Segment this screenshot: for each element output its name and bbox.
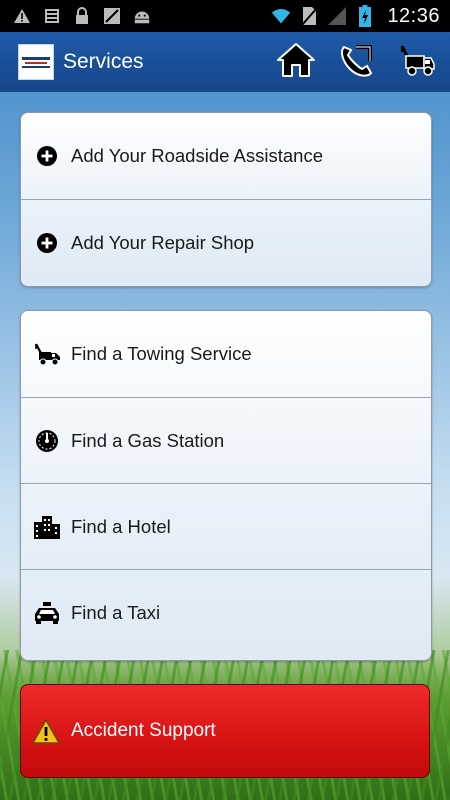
status-time: 12:36 bbox=[387, 4, 440, 27]
hotel-icon bbox=[33, 513, 61, 541]
signal-icon bbox=[327, 6, 347, 26]
roadside-button[interactable] bbox=[390, 36, 442, 88]
lock-icon bbox=[72, 6, 92, 26]
gauge-icon bbox=[33, 427, 61, 455]
tow-truck-icon bbox=[396, 42, 436, 83]
action-bar: Services bbox=[0, 32, 450, 92]
list-item-label: Add Your Repair Shop bbox=[71, 231, 255, 253]
card-find-services: Find a Towing Service Find a Gas Station bbox=[20, 310, 432, 661]
warning-icon bbox=[31, 716, 61, 746]
accident-support-button[interactable]: Accident Support bbox=[20, 684, 430, 778]
battery-charging-icon bbox=[355, 5, 375, 27]
sd-card-icon bbox=[42, 6, 62, 26]
list-item-add-roadside[interactable]: Add Your Roadside Assistance bbox=[21, 113, 431, 199]
accident-support-label: Accident Support bbox=[71, 720, 216, 741]
list-item-label: Find a Taxi bbox=[71, 601, 161, 623]
list-item-label: Add Your Roadside Assistance bbox=[71, 145, 323, 166]
call-button[interactable] bbox=[330, 36, 382, 88]
list-item-label: Find a Hotel bbox=[71, 515, 171, 537]
card-add-services: Add Your Roadside Assistance Add Your Re… bbox=[20, 112, 432, 287]
list-item-hotel[interactable]: Find a Hotel bbox=[21, 483, 431, 569]
list-item-label: Find a Gas Station bbox=[71, 429, 225, 451]
no-sim-icon bbox=[299, 6, 319, 26]
list-item-gas-station[interactable]: Find a Gas Station bbox=[21, 397, 431, 483]
list-item-add-repair-shop[interactable]: Add Your Repair Shop bbox=[21, 199, 431, 285]
list-item-label: Find a Towing Service bbox=[71, 343, 252, 364]
home-button[interactable] bbox=[270, 36, 322, 88]
plus-circle-icon bbox=[33, 229, 61, 257]
wifi-icon bbox=[271, 6, 291, 26]
plus-circle-icon bbox=[33, 142, 61, 170]
status-bar: 12:36 bbox=[0, 0, 450, 32]
page-title: Services bbox=[63, 50, 144, 73]
list-item-taxi[interactable]: Find a Taxi bbox=[21, 569, 431, 655]
taxi-icon bbox=[33, 599, 61, 627]
company-logo[interactable] bbox=[18, 44, 54, 80]
warning-icon bbox=[12, 6, 32, 26]
no-image-icon bbox=[102, 6, 122, 26]
phone-icon bbox=[336, 41, 376, 84]
android-icon bbox=[132, 6, 152, 26]
tow-truck-icon bbox=[33, 340, 61, 368]
home-icon bbox=[276, 42, 316, 83]
list-item-towing[interactable]: Find a Towing Service bbox=[21, 311, 431, 397]
